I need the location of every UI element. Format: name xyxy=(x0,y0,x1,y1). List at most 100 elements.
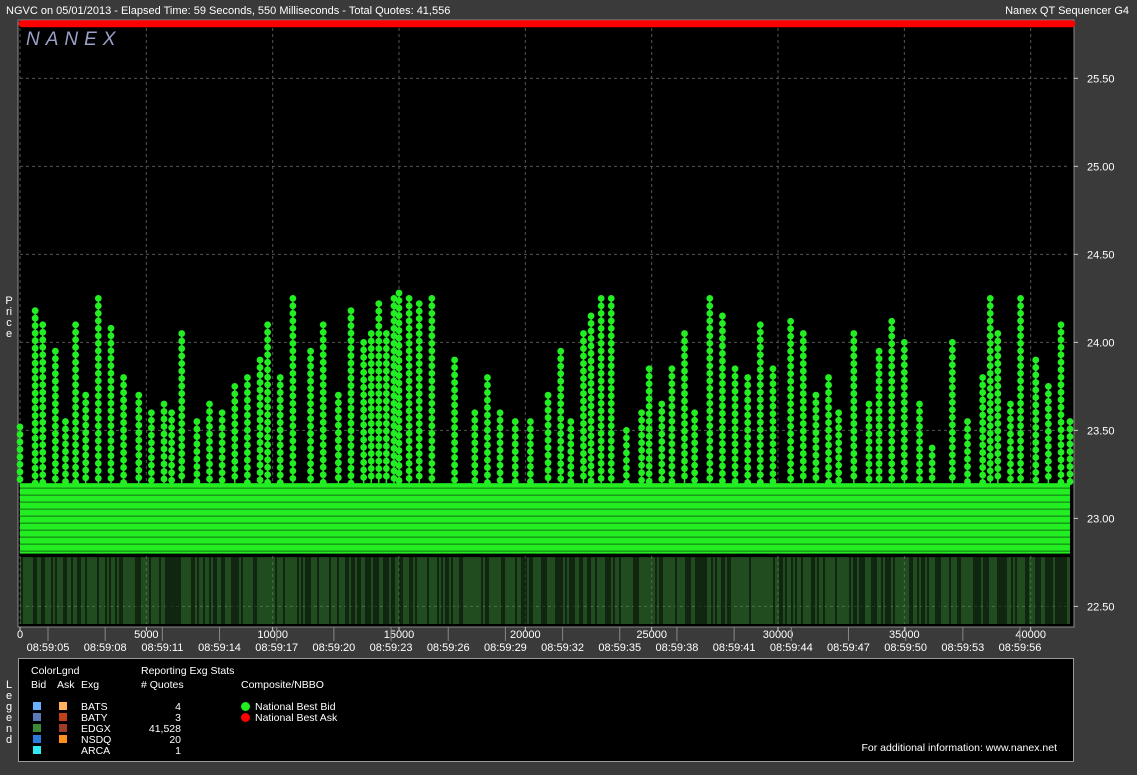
bid-point xyxy=(1057,471,1065,479)
bid-point xyxy=(835,446,843,454)
bid-point xyxy=(107,437,115,445)
bid-point xyxy=(206,438,213,445)
bid-point xyxy=(395,454,403,462)
bid-point xyxy=(756,448,764,456)
bid-point xyxy=(375,397,383,405)
bid-point xyxy=(756,418,764,426)
bid-point xyxy=(607,437,615,445)
bid-point xyxy=(39,456,47,464)
bid-point xyxy=(72,418,79,426)
bid-point xyxy=(799,465,807,472)
bid-point xyxy=(888,437,896,445)
bid-point xyxy=(888,445,896,453)
bid-point xyxy=(415,412,423,420)
bid-point xyxy=(382,337,390,345)
bid-point xyxy=(39,358,47,366)
bid-point xyxy=(835,476,843,484)
bid-point xyxy=(916,468,923,475)
bid-point xyxy=(451,439,458,446)
bid-point xyxy=(347,479,355,487)
bid-point xyxy=(769,402,777,410)
bid-point xyxy=(1032,409,1040,416)
bid-point xyxy=(994,367,1002,375)
bid-point xyxy=(51,347,59,355)
bid-point xyxy=(382,390,390,397)
bid-point xyxy=(986,467,994,475)
bid-point xyxy=(72,366,79,374)
bid-point xyxy=(428,317,436,325)
bid-point xyxy=(382,450,390,457)
bid-point xyxy=(645,372,653,380)
bid-point xyxy=(597,452,605,460)
bid-point xyxy=(948,338,956,346)
bid-point xyxy=(244,411,251,419)
bid-point xyxy=(244,471,251,479)
bid-point xyxy=(428,422,436,430)
bid-point xyxy=(218,469,226,477)
bid-point xyxy=(147,469,155,477)
bid-point xyxy=(218,431,226,439)
bid-point xyxy=(264,478,272,486)
bid-point xyxy=(681,337,688,345)
bid-point xyxy=(1007,400,1014,408)
bid-point xyxy=(256,461,264,469)
bid-point xyxy=(160,453,168,460)
bid-point xyxy=(428,309,436,317)
bid-point xyxy=(307,392,314,400)
bid-point xyxy=(334,399,342,407)
bid-point xyxy=(607,459,615,467)
bid-point xyxy=(31,359,39,367)
bid-point xyxy=(360,473,368,481)
bid-point xyxy=(986,444,994,452)
bid-point xyxy=(367,435,375,442)
bid-point xyxy=(623,471,630,479)
time-tick-label: 08:59:17 xyxy=(255,642,298,654)
bid-point xyxy=(597,437,605,445)
bid-point xyxy=(147,431,155,439)
bid-point xyxy=(1057,456,1065,464)
bid-point xyxy=(72,411,79,419)
bid-point xyxy=(484,464,491,471)
bid-point xyxy=(244,434,251,441)
bid-point xyxy=(94,302,102,310)
legend-panel: ColorLgnd Bid Ask Exg Reporting Exg Stat… xyxy=(18,658,1074,762)
bid-point xyxy=(193,440,201,448)
bid-point xyxy=(587,327,595,335)
bid-point xyxy=(580,330,587,337)
bid-point xyxy=(289,369,297,377)
bid-point xyxy=(94,362,102,370)
bid-point xyxy=(264,321,272,329)
bid-point xyxy=(256,439,264,446)
bid-point xyxy=(289,324,297,332)
bid-point xyxy=(347,314,355,322)
bid-point xyxy=(428,392,436,400)
bid-point xyxy=(799,337,807,345)
bid-point xyxy=(94,429,102,437)
bid-point xyxy=(289,339,297,347)
bid-point xyxy=(428,384,436,392)
bid-point xyxy=(51,445,59,453)
bid-point xyxy=(367,337,375,345)
bid-point xyxy=(681,405,688,412)
bid-point xyxy=(681,412,688,420)
bid-point xyxy=(395,319,403,327)
bid-point xyxy=(756,456,764,464)
bid-point xyxy=(580,390,587,397)
legend-footer-link[interactable]: For additional information: www.nanex.ne… xyxy=(861,742,1057,754)
bid-point xyxy=(94,474,102,482)
bid-point xyxy=(875,430,883,438)
y-tick-label: 22.50 xyxy=(1087,601,1115,613)
bid-point xyxy=(206,430,213,438)
price-axis-label: Price xyxy=(5,295,13,340)
bid-point xyxy=(334,474,342,482)
bid-point xyxy=(307,460,314,468)
bid-point xyxy=(484,449,491,456)
bid-point xyxy=(428,362,436,370)
bid-point xyxy=(231,465,239,473)
bid-point xyxy=(526,418,534,425)
bid-point xyxy=(415,330,423,338)
bid-point xyxy=(347,367,355,375)
bid-point xyxy=(812,399,820,407)
bid-point xyxy=(72,328,79,336)
bid-point xyxy=(1057,463,1065,471)
